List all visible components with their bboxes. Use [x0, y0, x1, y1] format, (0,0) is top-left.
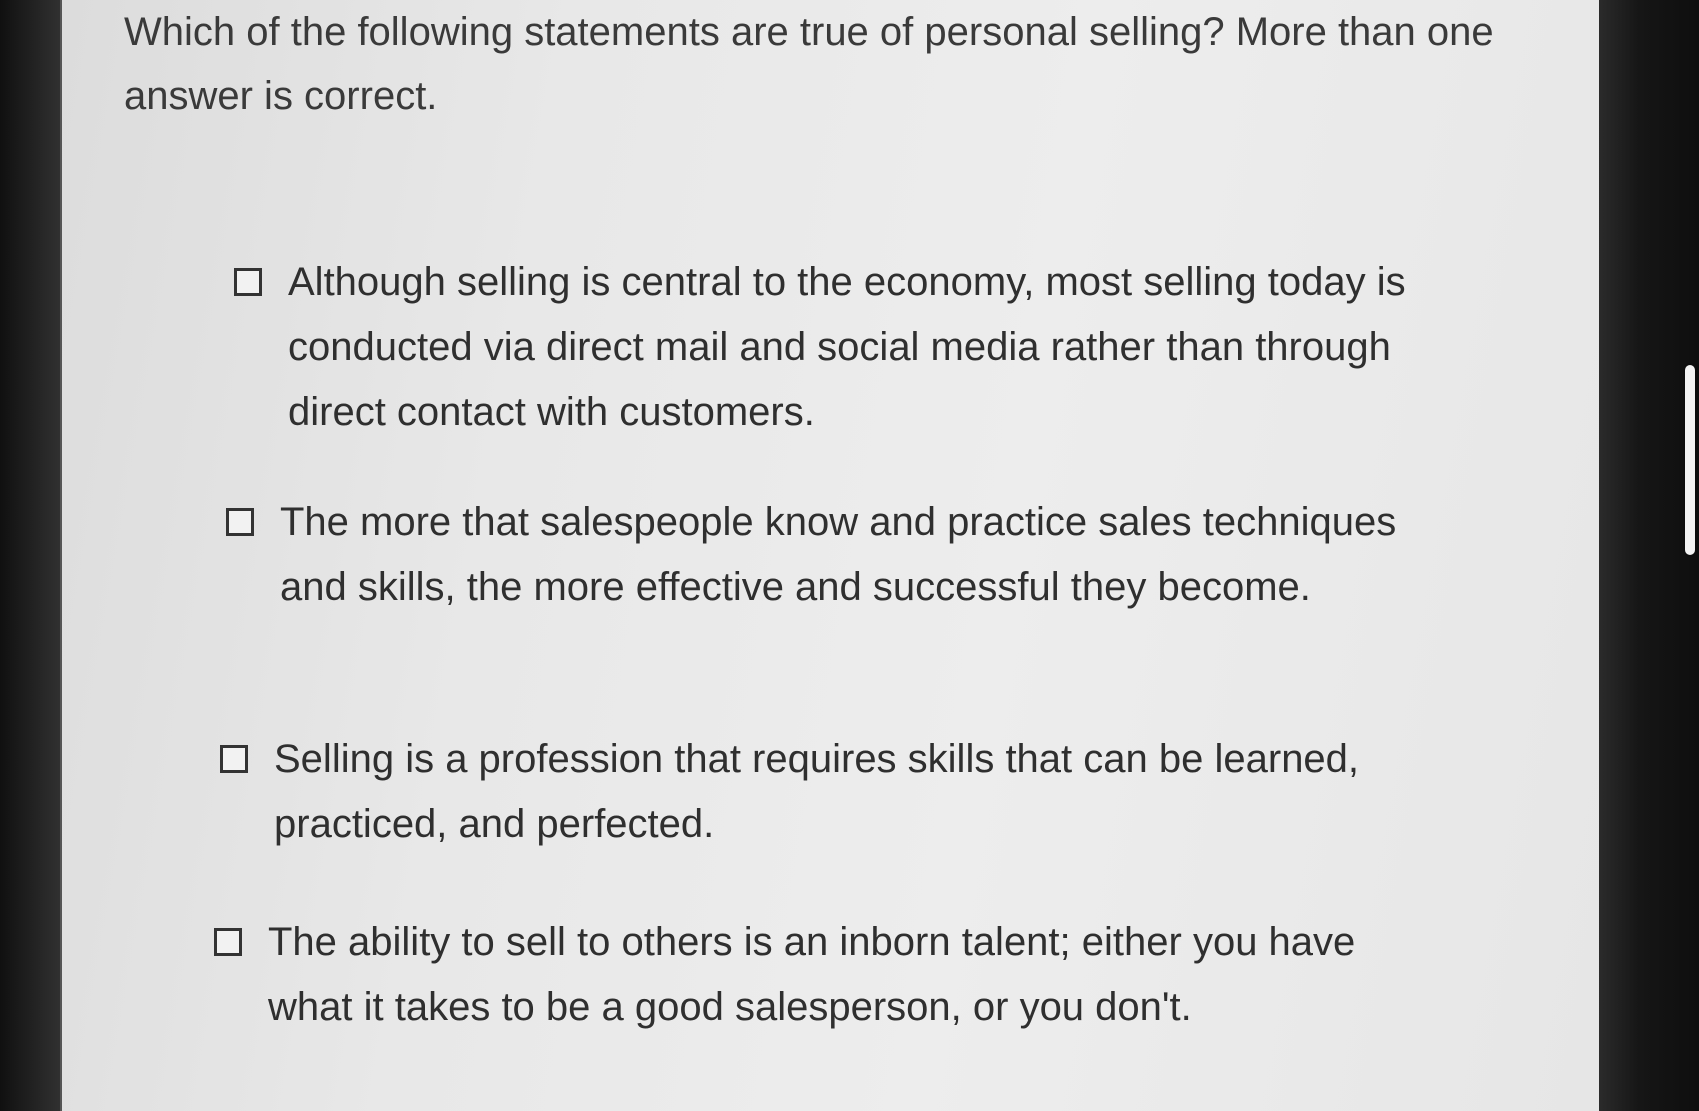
checkbox-icon[interactable] — [226, 508, 254, 536]
checkbox-icon[interactable] — [214, 928, 242, 956]
answer-option-label: Selling is a profession that requires sk… — [274, 737, 1360, 846]
answer-option-label: Although selling is central to the econo… — [288, 260, 1406, 434]
answer-option-3[interactable]: Selling is a profession that requires sk… — [220, 727, 1454, 857]
question-prompt: Which of the following statements are tr… — [124, 10, 1494, 118]
answer-option-label: The ability to sell to others is an inbo… — [268, 920, 1356, 1029]
answer-option-4[interactable]: The ability to sell to others is an inbo… — [214, 910, 1448, 1040]
device-bezel-right — [1599, 0, 1699, 1111]
answer-option-1[interactable]: Although selling is central to the econo… — [234, 250, 1468, 445]
answer-option-label: The more that salespeople know and pract… — [280, 500, 1397, 609]
quiz-screen: Which of the following statements are tr… — [60, 0, 1607, 1111]
answer-option-2[interactable]: The more that salespeople know and pract… — [226, 490, 1460, 620]
scrollbar-thumb[interactable] — [1685, 365, 1695, 555]
checkbox-icon[interactable] — [234, 268, 262, 296]
checkbox-icon[interactable] — [220, 745, 248, 773]
